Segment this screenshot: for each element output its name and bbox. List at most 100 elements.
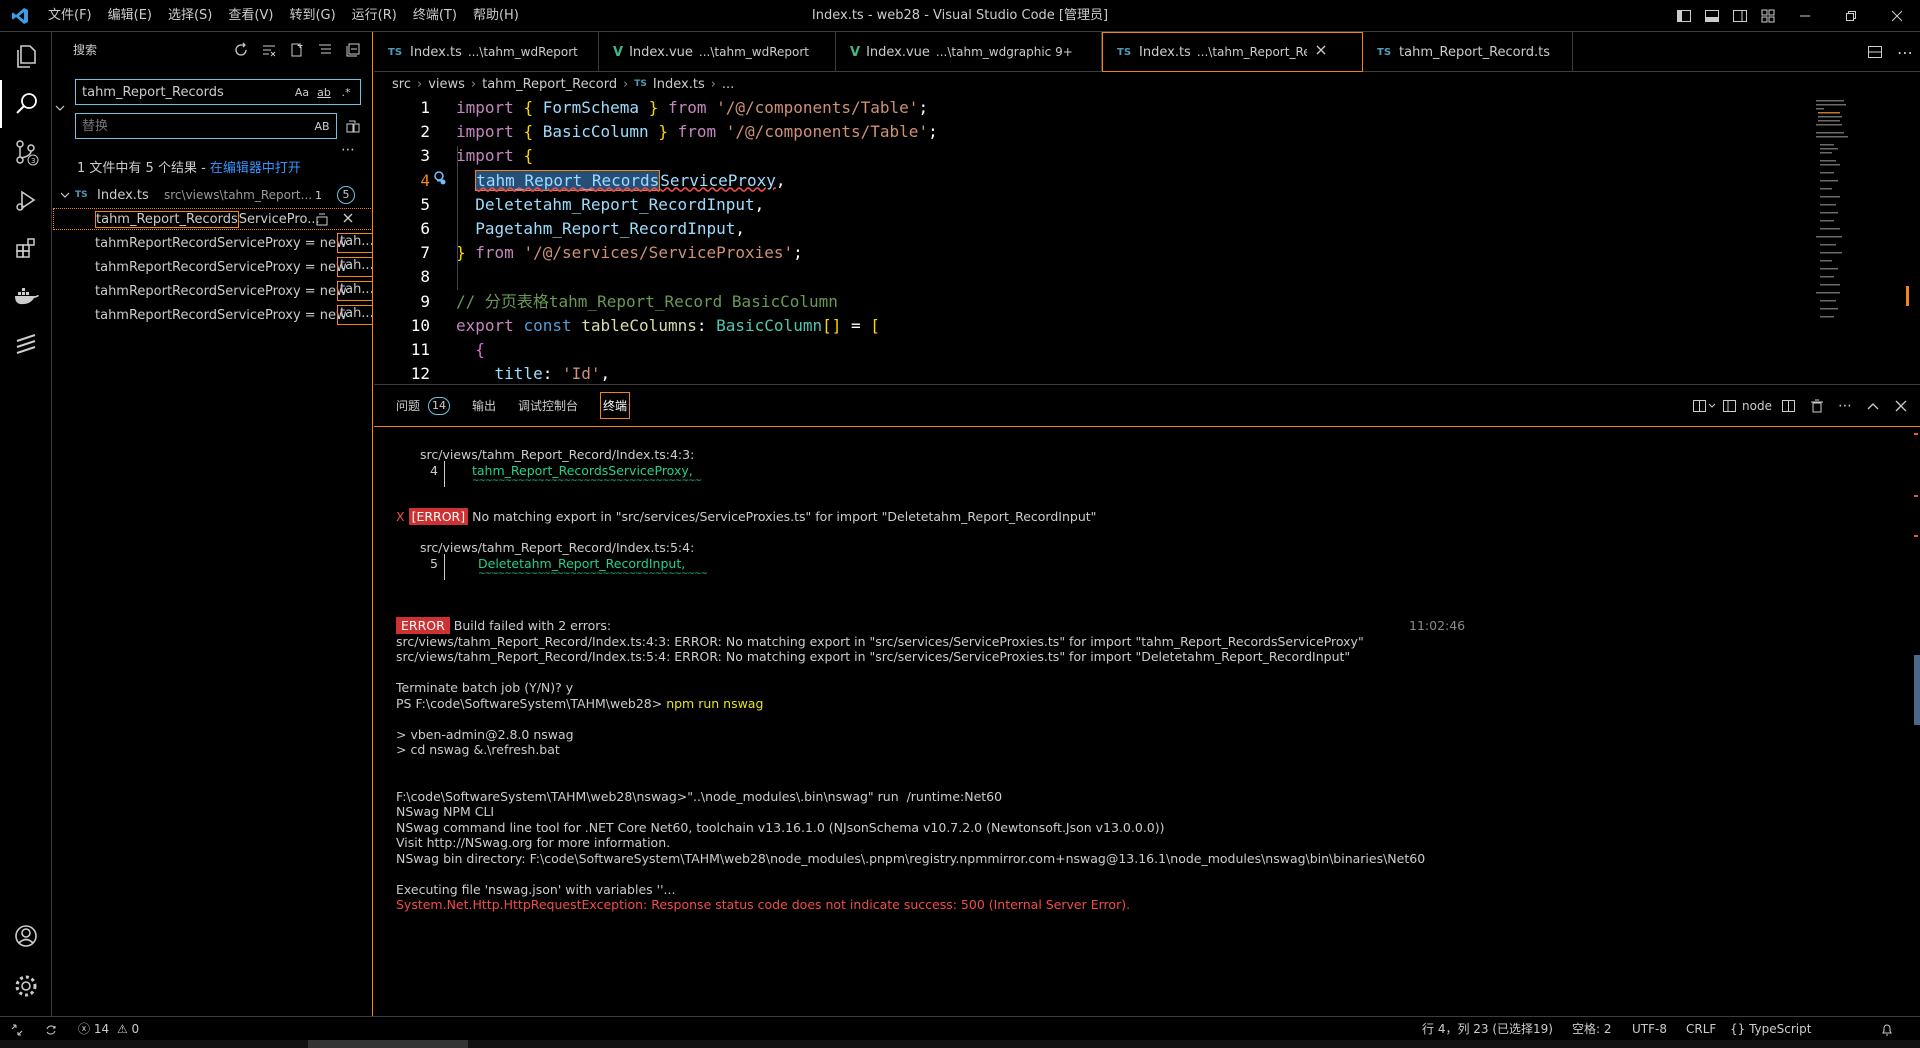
menu-file[interactable]: 文件(F) [40,0,100,32]
breadcrumb-symbol[interactable]: ... [722,77,734,92]
more-actions-icon[interactable]: ⋯ [1890,32,1920,72]
customize-layout-icon[interactable] [1754,0,1782,32]
kill-terminal-icon[interactable] [1806,394,1828,418]
preserve-case-toggle[interactable]: AB [312,117,332,135]
lightbulb-quickfix-icon[interactable] [432,170,448,190]
remote-indicator-icon[interactable] [10,1017,24,1041]
menu-help[interactable]: 帮助(H) [465,0,527,32]
end-of-line[interactable]: CRLF [1686,1017,1716,1041]
horizontal-scrollbar[interactable] [0,1040,1920,1048]
problem-marker: 1 [315,188,322,202]
refresh-icon[interactable] [229,38,253,62]
code-line: import { BasicColumn } from '/@/componen… [456,122,938,142]
menu-go[interactable]: 转到(G) [281,0,343,32]
terminal-line: Terminate batch job (Y/N)? y [396,680,574,695]
new-terminal-dropdown-icon[interactable] [1692,394,1716,418]
terminal-instance[interactable]: node [1722,394,1772,418]
split-editor-icon[interactable] [1860,32,1890,72]
tab-report-record-ts[interactable]: TS tahm_Report_Record.ts [1363,32,1573,72]
menu-selection[interactable]: 选择(S) [160,0,220,32]
problems-status[interactable]: ⓧ 14 ⚠ 0 [78,1017,139,1041]
menu-run[interactable]: 运行(R) [344,0,405,32]
match-case-toggle[interactable]: Aa [292,83,312,101]
toggle-panel-icon[interactable] [1698,0,1726,32]
extensions-icon[interactable] [0,224,52,272]
terminal-error-line: X [ERROR] No matching export in "src/ser… [396,508,1097,525]
stripe-extension-icon[interactable] [0,320,52,368]
tab-problems[interactable]: 问题 14 [396,396,451,415]
chevron-down-icon[interactable] [59,189,71,201]
tab-index-ts-report-record[interactable]: TS Index.ts...\tahm_Report_Record 1 [1102,32,1363,72]
run-debug-icon[interactable] [0,176,52,224]
dismiss-match-icon[interactable] [341,211,355,229]
menu-view[interactable]: 查看(V) [220,0,281,32]
tab-index-vue-wdreport[interactable]: V Index.vue ...\tahm_wdReport [599,32,836,72]
settings-gear-icon[interactable] [0,962,52,1010]
tab-debug-console[interactable]: 调试控制台 [518,397,578,414]
search-field: Aa ab .* [75,79,361,105]
replace-match-icon[interactable] [315,211,329,230]
breadcrumb-file[interactable]: Index.ts [653,77,705,92]
sync-icon[interactable] [44,1017,58,1041]
breadcrumb-src[interactable]: src [392,77,411,92]
menu-edit[interactable]: 编辑(E) [100,0,160,32]
terminal-line: 4 [430,463,438,478]
search-match-row[interactable]: tahmReportRecordServiceProxy = new tah..… [53,280,373,302]
replace-input[interactable] [76,114,336,138]
language-mode[interactable]: {} TypeScript [1730,1017,1811,1041]
terminal-output[interactable]: src/views/tahm_Report_Record/Index.ts:4:… [396,427,1896,1015]
view-as-tree-icon[interactable] [313,38,337,62]
source-control-icon[interactable]: 3 [0,128,52,176]
minimize-icon[interactable] [1782,0,1828,32]
search-match-row[interactable]: tahmReportRecordServiceProxy = new tah..… [53,304,373,326]
search-match-row[interactable]: tahmReportRecordServiceProxy = new tah..… [53,232,373,254]
activity-bar: 3 [0,32,52,1016]
more-actions-icon[interactable]: ⋯ [1834,394,1856,418]
minimap[interactable] [1810,96,1910,384]
encoding[interactable]: UTF-8 [1632,1017,1667,1041]
account-icon[interactable] [0,912,52,960]
split-terminal-icon[interactable] [1778,394,1800,418]
maximize-panel-icon[interactable] [1862,394,1884,418]
clear-results-icon[interactable] [257,38,281,62]
explorer-icon[interactable] [0,32,52,80]
terminal-line: NSwag command line tool for .NET Core Ne… [396,820,1165,835]
cursor-position[interactable]: 行 4，列 23 (已选择19) [1422,1017,1553,1041]
close-panel-icon[interactable] [1890,394,1912,418]
search-icon[interactable] [0,80,52,128]
docker-icon[interactable] [0,272,52,320]
tab-index-vue-wdgraphic[interactable]: V Index.vue ...\tahm_wdgraphic 9+ [836,32,1102,72]
line-number-gutter: 1 2 3 4 5 6 7 8 9 10 11 12 [410,98,430,384]
search-match-row[interactable]: tahmReportRecordServiceProxy = new tah..… [53,256,373,278]
vue-file-icon: V [613,44,624,60]
more-options-icon[interactable]: ⋯ [341,142,355,158]
toggle-replace-chevron-icon[interactable] [53,82,67,134]
breadcrumb-views[interactable]: views [428,77,465,92]
scrollbar-thumb[interactable] [308,1040,468,1048]
new-search-editor-icon[interactable] [285,38,309,62]
code-line: export const tableColumns: BasicColumn[]… [456,315,880,335]
breadcrumb-folder[interactable]: tahm_Report_Record [482,77,617,92]
collapse-all-icon[interactable] [341,38,365,62]
result-file-row[interactable]: TS Index.ts src\views\tahm_Report... 1 5 [53,184,373,206]
close-tab-icon[interactable] [1315,44,1327,60]
terminal-line: Visit http://NSwag.org for more informat… [396,835,671,850]
error-icon: ⓧ [78,1022,91,1036]
tab-index-ts-wdreport[interactable]: TS Index.ts ...\tahm_wdReport [374,32,599,72]
search-match-row[interactable]: tahm_Report_RecordsServicePro... [53,208,373,230]
toggle-sidebar-icon[interactable] [1670,0,1698,32]
indentation[interactable]: 空格: 2 [1572,1017,1612,1041]
tab-output[interactable]: 输出 [472,397,496,414]
open-in-editor-link[interactable]: 在编辑器中打开 [210,161,301,176]
restore-icon[interactable] [1828,0,1874,32]
use-regex-toggle[interactable]: .* [336,83,356,101]
toggle-secondary-sidebar-icon[interactable] [1726,0,1754,32]
menu-terminal[interactable]: 终端(T) [405,0,465,32]
match-whole-word-toggle[interactable]: ab [314,83,334,101]
replace-all-icon[interactable] [343,116,363,136]
close-window-icon[interactable] [1874,0,1920,32]
notifications-bell-icon[interactable] [1880,1017,1894,1041]
terminal-scrollbar[interactable] [1914,655,1920,725]
code-editor[interactable]: 1 2 3 4 5 6 7 8 9 10 11 12 import { Form… [374,96,1920,384]
tab-terminal[interactable]: 终端 [600,392,631,419]
